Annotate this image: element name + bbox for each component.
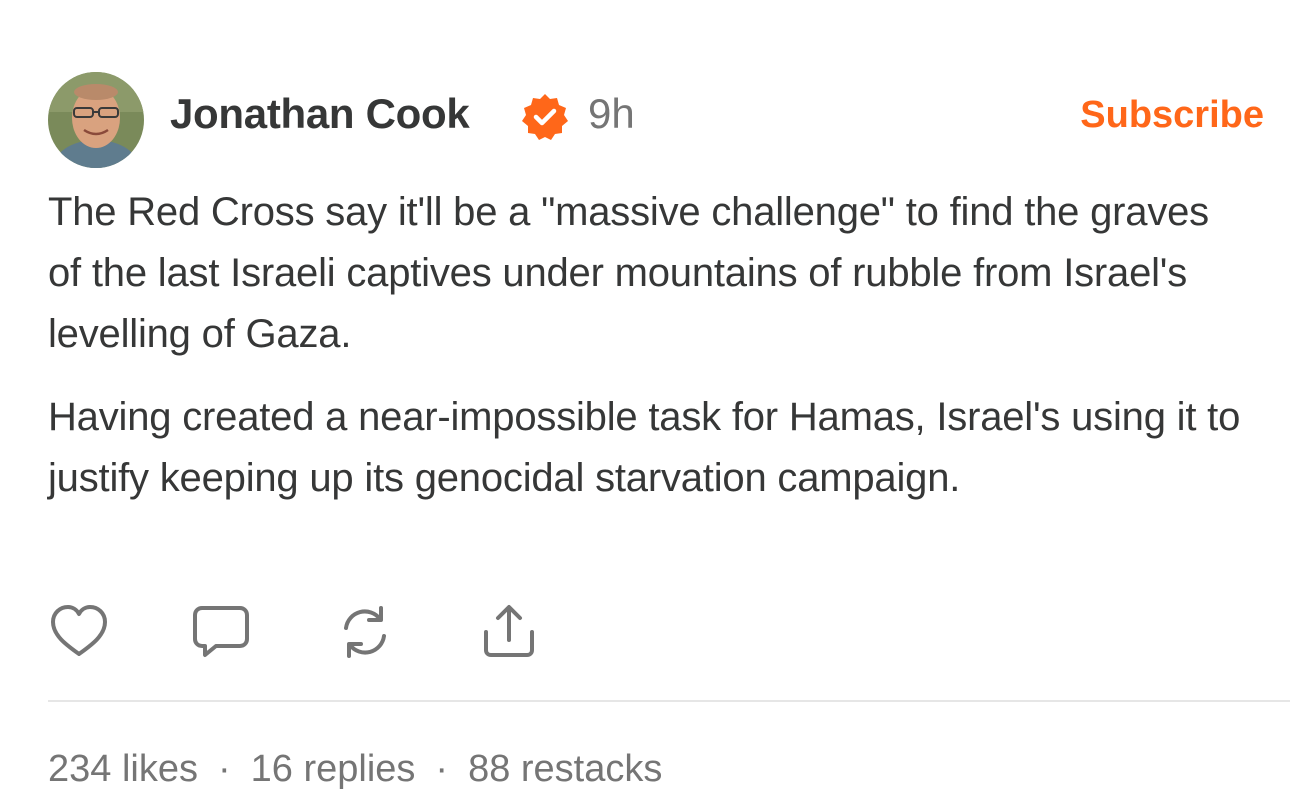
stats-separator: · [217, 748, 231, 790]
post-paragraph: The Red Cross say it'll be a "massive ch… [48, 190, 1209, 356]
comment-icon[interactable] [190, 602, 252, 662]
restack-icon[interactable] [334, 602, 396, 662]
post-paragraph: Having created a near-impossible task fo… [48, 395, 1241, 500]
avatar[interactable] [48, 72, 144, 168]
heart-icon[interactable] [48, 602, 110, 662]
stats-separator: · [435, 748, 449, 790]
likes-count[interactable]: 234 likes [48, 748, 198, 790]
replies-count[interactable]: 16 replies [251, 748, 416, 790]
post-body: The Red Cross say it'll be a "massive ch… [48, 182, 1248, 509]
subscribe-button[interactable]: Subscribe [1080, 94, 1264, 137]
post-header: Jonathan Cook 9h Subscribe [48, 72, 1290, 168]
post-stats: 234 likes · 16 replies · 88 restacks [48, 748, 662, 791]
author-name[interactable]: Jonathan Cook [170, 90, 470, 138]
share-icon[interactable] [478, 602, 540, 662]
verified-check-icon [520, 92, 570, 142]
post-time: 9h [588, 90, 635, 137]
note-post: Jonathan Cook 9h Subscribe The Red Cross… [48, 72, 1290, 790]
divider [48, 700, 1290, 702]
restacks-count[interactable]: 88 restacks [468, 748, 662, 790]
